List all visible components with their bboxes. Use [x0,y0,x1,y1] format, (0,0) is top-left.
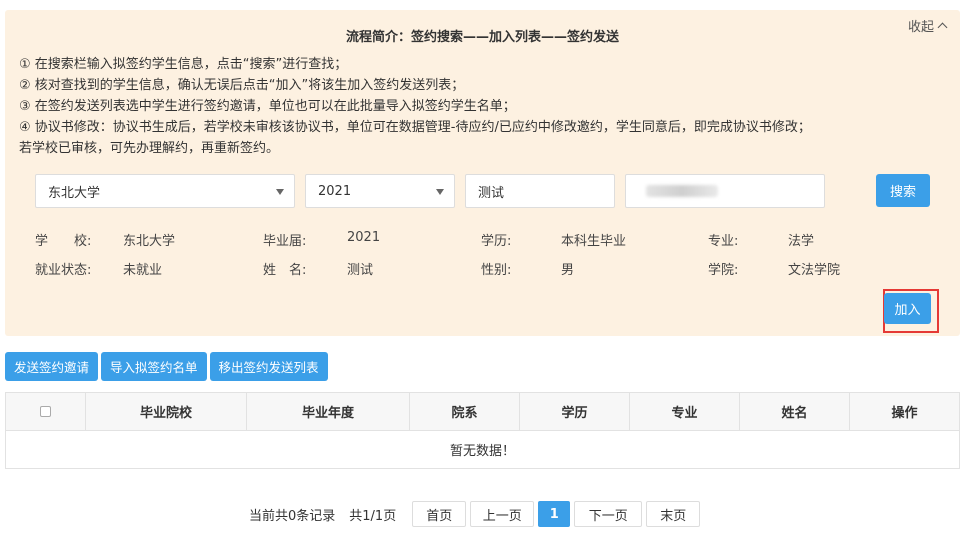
caret-down-icon [436,189,444,195]
pagination: 当前共0条记录 共1/1页 首页 上一页 1 下一页 末页 [249,501,704,527]
add-button[interactable]: 加入 [884,293,931,324]
info-name-key: 姓 名: [263,263,307,278]
empty-row: 暂无数据！ [449,444,515,459]
student-name-input[interactable]: 测试 [465,174,615,208]
year-select[interactable]: 2021 [305,174,455,208]
select-all-checkbox[interactable] [40,406,51,417]
col-department: 院系 [410,393,520,430]
panel-title: 流程简介：签约搜索——加入列表——签约发送 [345,30,619,45]
table-header: 毕业院校 毕业年度 院系 学历 专业 姓名 操作 [6,393,959,431]
list-toolbar: 发送签约邀请 导入拟签约名单 移出签约发送列表 [5,352,328,381]
info-year-key: 毕业届: [263,234,307,249]
info-major-value: 法学 [788,234,815,249]
current-page-button[interactable]: 1 [538,501,571,527]
year-select-value: 2021 [318,183,352,199]
chevron-up-icon [937,22,948,33]
info-edu-key: 学历: [481,234,512,249]
prev-page-button[interactable]: 上一页 [470,501,535,527]
redacted-text [646,185,718,197]
info-status-value: 未就业 [123,263,163,278]
col-actions: 操作 [891,406,918,421]
info-college-value: 文法学院 [788,263,841,278]
info-gender: 性别: 男 [481,259,574,278]
info-college: 学院: 文法学院 [708,259,840,278]
school-select-value: 东北大学 [48,185,101,201]
col-name: 姓名 [740,393,850,430]
step-4-continued: 若学校已审核，可先办理解约，再重新签约。 [19,141,280,156]
info-edu: 学历: 本科生毕业 [481,230,626,249]
info-edu-value: 本科生毕业 [561,234,627,249]
info-year-value: 2021 [347,230,381,245]
col-major: 专业 [630,393,740,430]
student-name-value: 测试 [478,185,505,201]
step-3: ③ 在签约发送列表选中学生进行签约邀请，单位也可以在此批量导入拟签约学生名单； [19,99,516,114]
info-school-key: 学 校: [35,234,92,249]
import-list-button[interactable]: 导入拟签约名单 [101,352,207,381]
next-page-button[interactable]: 下一页 [574,501,643,527]
info-school: 学 校: 东北大学 [35,230,175,249]
col-school: 毕业院校 [86,393,247,430]
col-year: 毕业年度 [247,393,410,430]
col-education: 学历 [520,393,630,430]
step-1: ① 在搜索栏输入拟签约学生信息，点击“搜索”进行查找； [19,57,348,72]
info-status: 就业状态: 未就业 [35,259,162,278]
school-select[interactable]: 东北大学 [35,174,295,208]
process-steps: ① 在搜索栏输入拟签约学生信息，点击“搜索”进行查找； ② 核对查找到的学生信息… [19,54,949,159]
send-invite-button[interactable]: 发送签约邀请 [5,352,99,381]
remove-from-list-button[interactable]: 移出签约发送列表 [209,352,328,381]
search-button[interactable]: 搜索 [876,174,930,207]
info-name-value: 测试 [347,263,374,278]
step-2: ② 核对查找到的学生信息，确认无误后点击“加入”将该生加入签约发送列表； [19,78,465,93]
select-all-cell [6,393,86,430]
info-college-key: 学院: [708,263,739,278]
caret-down-icon [276,189,284,195]
first-page-button[interactable]: 首页 [412,501,467,527]
student-id-input[interactable] [625,174,825,208]
info-gender-key: 性别: [481,263,512,278]
collapse-label: 收起 [907,20,934,35]
collapse-toggle[interactable]: 收起 [907,16,948,35]
info-major-key: 专业: [708,234,739,249]
info-year: 毕业届: 2021 [263,230,380,249]
info-name: 姓 名: 测试 [263,259,373,278]
info-school-value: 东北大学 [123,234,176,249]
record-summary: 当前共0条记录 [249,508,336,524]
info-status-key: 就业状态: [35,263,92,278]
info-gender-value: 男 [561,263,575,278]
last-page-button[interactable]: 末页 [646,501,701,527]
page-total: 共1/1页 [349,508,397,524]
send-list-table: 毕业院校 毕业年度 院系 学历 专业 姓名 操作 暂无数据！ [5,392,960,469]
process-intro-panel: 流程简介：签约搜索——加入列表——签约发送 收起 ① 在搜索栏输入拟签约学生信息… [5,10,960,336]
info-major: 专业: 法学 [708,230,814,249]
step-4: ④ 协议书修改：协议书生成后，若学校未审核该协议书，单位可在数据管理-待应约/已… [19,120,811,135]
